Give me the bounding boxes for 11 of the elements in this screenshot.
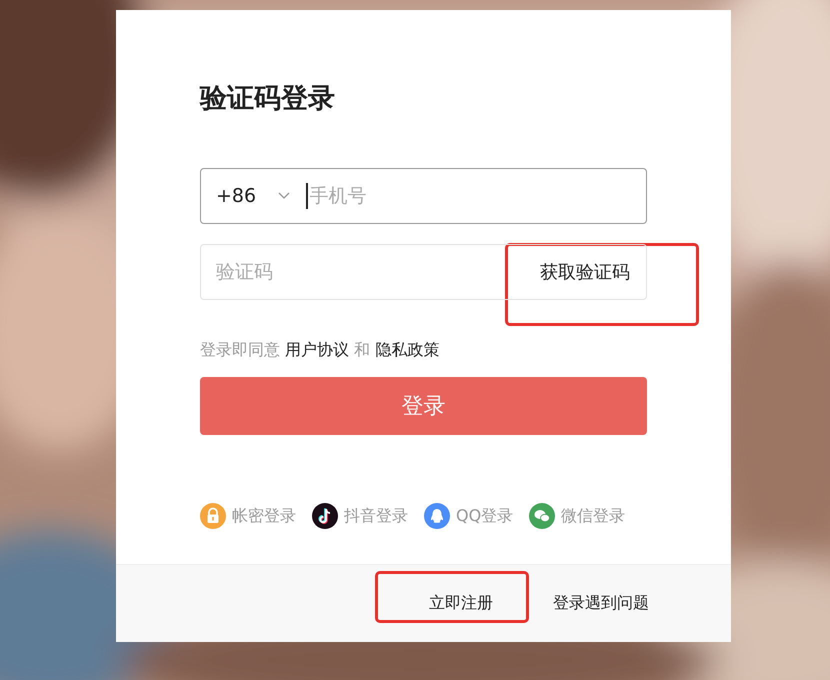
country-code-select[interactable]: +86	[216, 185, 278, 207]
login-title: 验证码登录	[200, 82, 336, 116]
login-help-link[interactable]: 登录遇到问题	[553, 593, 649, 614]
chevron-down-icon	[278, 192, 290, 200]
phone-input-field[interactable]: +86 手机号	[200, 168, 647, 224]
privacy-policy-link[interactable]: 隐私政策	[375, 340, 440, 359]
user-agreement-link[interactable]: 用户协议	[285, 340, 350, 359]
register-link[interactable]: 立即注册	[429, 593, 493, 612]
code-input-field[interactable]: 验证码 获取验证码	[200, 244, 647, 300]
agreement-text: 登录即同意 用户协议 和 隐私政策	[200, 340, 440, 361]
get-code-button[interactable]: 获取验证码	[526, 245, 646, 299]
